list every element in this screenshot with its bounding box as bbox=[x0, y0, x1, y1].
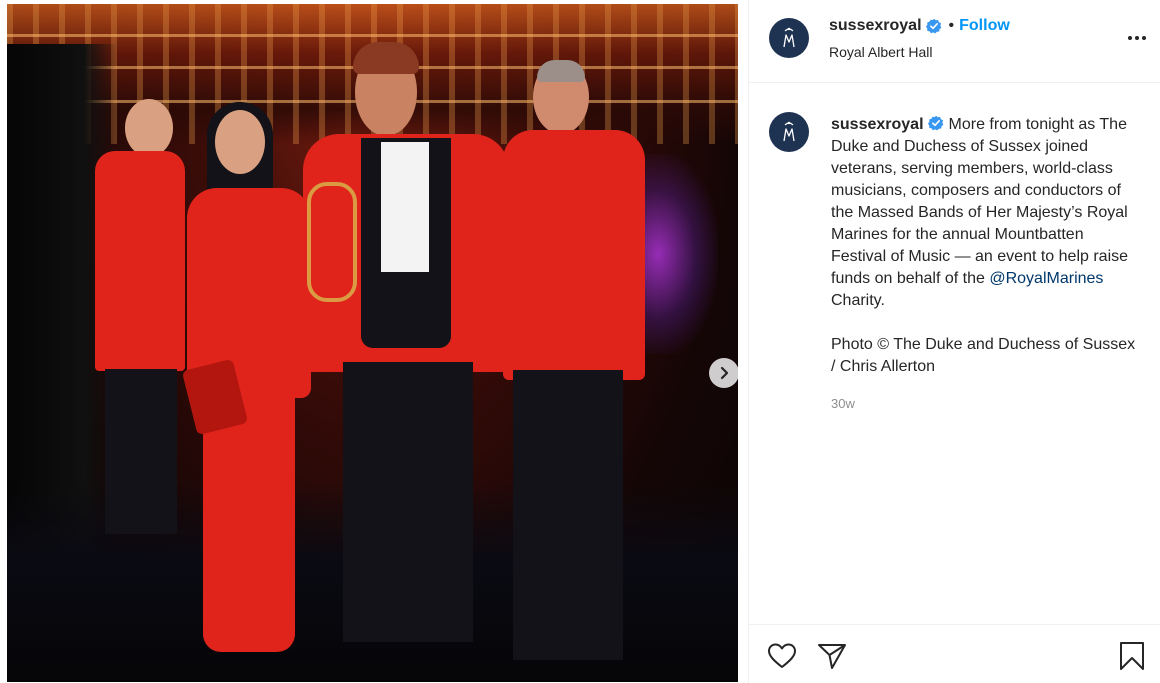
caption-text-end: Charity. bbox=[831, 292, 885, 309]
verified-badge-icon bbox=[927, 115, 943, 131]
avatar[interactable] bbox=[769, 18, 809, 58]
next-photo-button[interactable] bbox=[709, 358, 738, 388]
chevron-right-icon bbox=[720, 366, 729, 380]
post-photo[interactable] bbox=[7, 4, 738, 682]
post-location[interactable]: Royal Albert Hall bbox=[829, 44, 933, 60]
post-side-panel: sussexroyal • Follow Royal Albert Hall s… bbox=[748, 0, 1160, 683]
header-username[interactable]: sussexroyal bbox=[829, 17, 922, 35]
save-button[interactable] bbox=[1117, 641, 1147, 671]
monogram-logo-icon bbox=[783, 121, 795, 142]
separator-dot: • bbox=[948, 17, 955, 34]
more-options-button[interactable] bbox=[1125, 26, 1149, 50]
verified-badge-icon bbox=[925, 18, 941, 34]
caption-text: More from tonight as The Duke and Duches… bbox=[831, 116, 1129, 287]
follow-button[interactable]: Follow bbox=[959, 17, 1010, 35]
post-header: sussexroyal • Follow Royal Albert Hall bbox=[749, 0, 1160, 83]
heart-icon bbox=[768, 643, 796, 668]
bookmark-icon bbox=[1120, 642, 1144, 670]
photo-credit: Photo © The Duke and Duchess of Sussex /… bbox=[831, 336, 1136, 375]
more-options-icon bbox=[1128, 36, 1146, 40]
caption-avatar[interactable] bbox=[769, 112, 809, 152]
post-timestamp[interactable]: 30w bbox=[831, 396, 855, 411]
send-icon bbox=[818, 644, 846, 669]
post-caption: sussexroyal More from tonight as The Duk… bbox=[831, 114, 1136, 378]
mention-link[interactable]: @RoyalMarines bbox=[989, 270, 1103, 287]
share-button[interactable] bbox=[817, 641, 847, 671]
monogram-logo-icon bbox=[783, 27, 795, 48]
caption-username[interactable]: sussexroyal bbox=[831, 116, 924, 133]
like-button[interactable] bbox=[767, 641, 797, 671]
post-actions-bar bbox=[749, 624, 1160, 683]
